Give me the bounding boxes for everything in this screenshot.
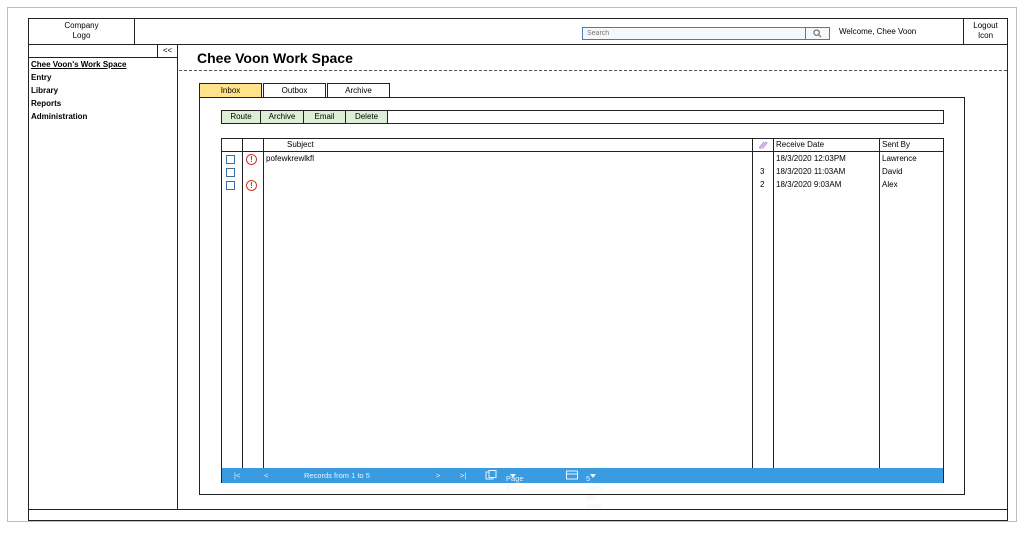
message-table: Subject Receive Date Sent By ! pofewkrew… [221, 138, 944, 510]
header-sent-by[interactable]: Sent By [882, 140, 910, 149]
row-checkbox[interactable] [226, 168, 235, 177]
row-attachment-count: 2 [760, 180, 765, 189]
search-icon [813, 29, 822, 38]
rows-icon [566, 470, 578, 482]
tab-inbox[interactable]: Inbox [199, 83, 262, 97]
row-checkbox[interactable] [226, 155, 235, 164]
row-attachment-count: 3 [760, 167, 765, 176]
delete-button[interactable]: Delete [346, 111, 388, 123]
app-frame: Company Logo Welcome, Chee Voon Logout I… [28, 18, 1008, 521]
sidebar-top: << [29, 45, 177, 58]
sidebar-item-entry[interactable]: Entry [29, 71, 177, 84]
records-range-text: Records from 1 to 5 [304, 471, 370, 480]
priority-alert-icon: ! [246, 180, 257, 191]
sidebar-item-library[interactable]: Library [29, 84, 177, 97]
title-divider [179, 70, 1007, 71]
search-button[interactable] [805, 28, 829, 39]
content-panel: Route Archive Email Delete Subject Recei… [199, 97, 965, 510]
row-sent-by: Lawrence [882, 154, 917, 163]
last-page-button[interactable]: >| [460, 471, 466, 480]
header-bar: Company Logo Welcome, Chee Voon Logout I… [29, 19, 1007, 45]
chevron-down-icon [510, 474, 516, 478]
sidebar-item-administration[interactable]: Administration [29, 110, 177, 123]
row-receive-date: 18/3/2020 11:03AM [776, 167, 846, 176]
header-subject[interactable]: Subject [287, 140, 314, 149]
row-subject: pofewkrewlkfl [266, 154, 315, 163]
sidebar-item-reports[interactable]: Reports [29, 97, 177, 110]
chevron-down-icon [590, 474, 596, 478]
search-input[interactable] [583, 28, 803, 39]
action-toolbar: Route Archive Email Delete [221, 110, 944, 124]
row-sent-by: David [882, 167, 903, 176]
logo-line-1: Company [64, 21, 99, 30]
logout-button[interactable]: Logout Icon [963, 19, 1007, 44]
table-row[interactable]: ! pofewkrewlkfl 18/3/2020 12:03PM Lawren… [222, 153, 943, 166]
row-receive-date: 18/3/2020 12:03PM [776, 154, 846, 163]
table-header: Subject Receive Date Sent By [222, 139, 943, 152]
sidebar: << Chee Voon's Work Space Entry Library … [29, 45, 178, 509]
rows-per-page-value: 5 rows per page [586, 474, 603, 510]
next-page-button[interactable]: > [436, 471, 440, 480]
collapse-sidebar-button[interactable]: << [157, 45, 177, 57]
row-sent-by: Alex [882, 180, 898, 189]
first-page-button[interactable]: |< [234, 471, 240, 480]
mail-tabs: Inbox Outbox Archive [199, 83, 391, 97]
tab-outbox[interactable]: Outbox [263, 83, 326, 97]
route-button[interactable]: Route [222, 111, 261, 123]
welcome-text: Welcome, Chee Voon [839, 27, 917, 36]
paperclip-icon [758, 141, 768, 150]
sidebar-item-workspace[interactable]: Chee Voon's Work Space [29, 58, 177, 71]
page-title: Chee Voon Work Space [197, 50, 353, 66]
logout-line-1: Logout [973, 21, 998, 30]
row-receive-date: 18/3/2020 9:03AM [776, 180, 842, 189]
company-logo[interactable]: Company Logo [29, 19, 135, 44]
prev-page-button[interactable]: < [264, 471, 268, 480]
table-row[interactable]: 3 18/3/2020 11:03AM David [222, 166, 943, 179]
priority-alert-icon: ! [246, 154, 257, 165]
row-checkbox[interactable] [226, 181, 235, 190]
tab-archive[interactable]: Archive [327, 83, 390, 97]
pages-icon [485, 470, 498, 482]
logo-line-2: Logo [72, 31, 91, 40]
email-button[interactable]: Email [304, 111, 346, 123]
footer-divider [29, 509, 1007, 510]
pagination-bar: |< < Records from 1 to 5 > >| Page 1 5 r… [222, 468, 943, 510]
header-receive-date[interactable]: Receive Date [776, 140, 824, 149]
table-row[interactable]: ! 2 18/3/2020 9:03AM Alex [222, 179, 943, 192]
logout-line-2: Icon [977, 31, 994, 40]
search-box [582, 27, 830, 40]
archive-button[interactable]: Archive [261, 111, 304, 123]
